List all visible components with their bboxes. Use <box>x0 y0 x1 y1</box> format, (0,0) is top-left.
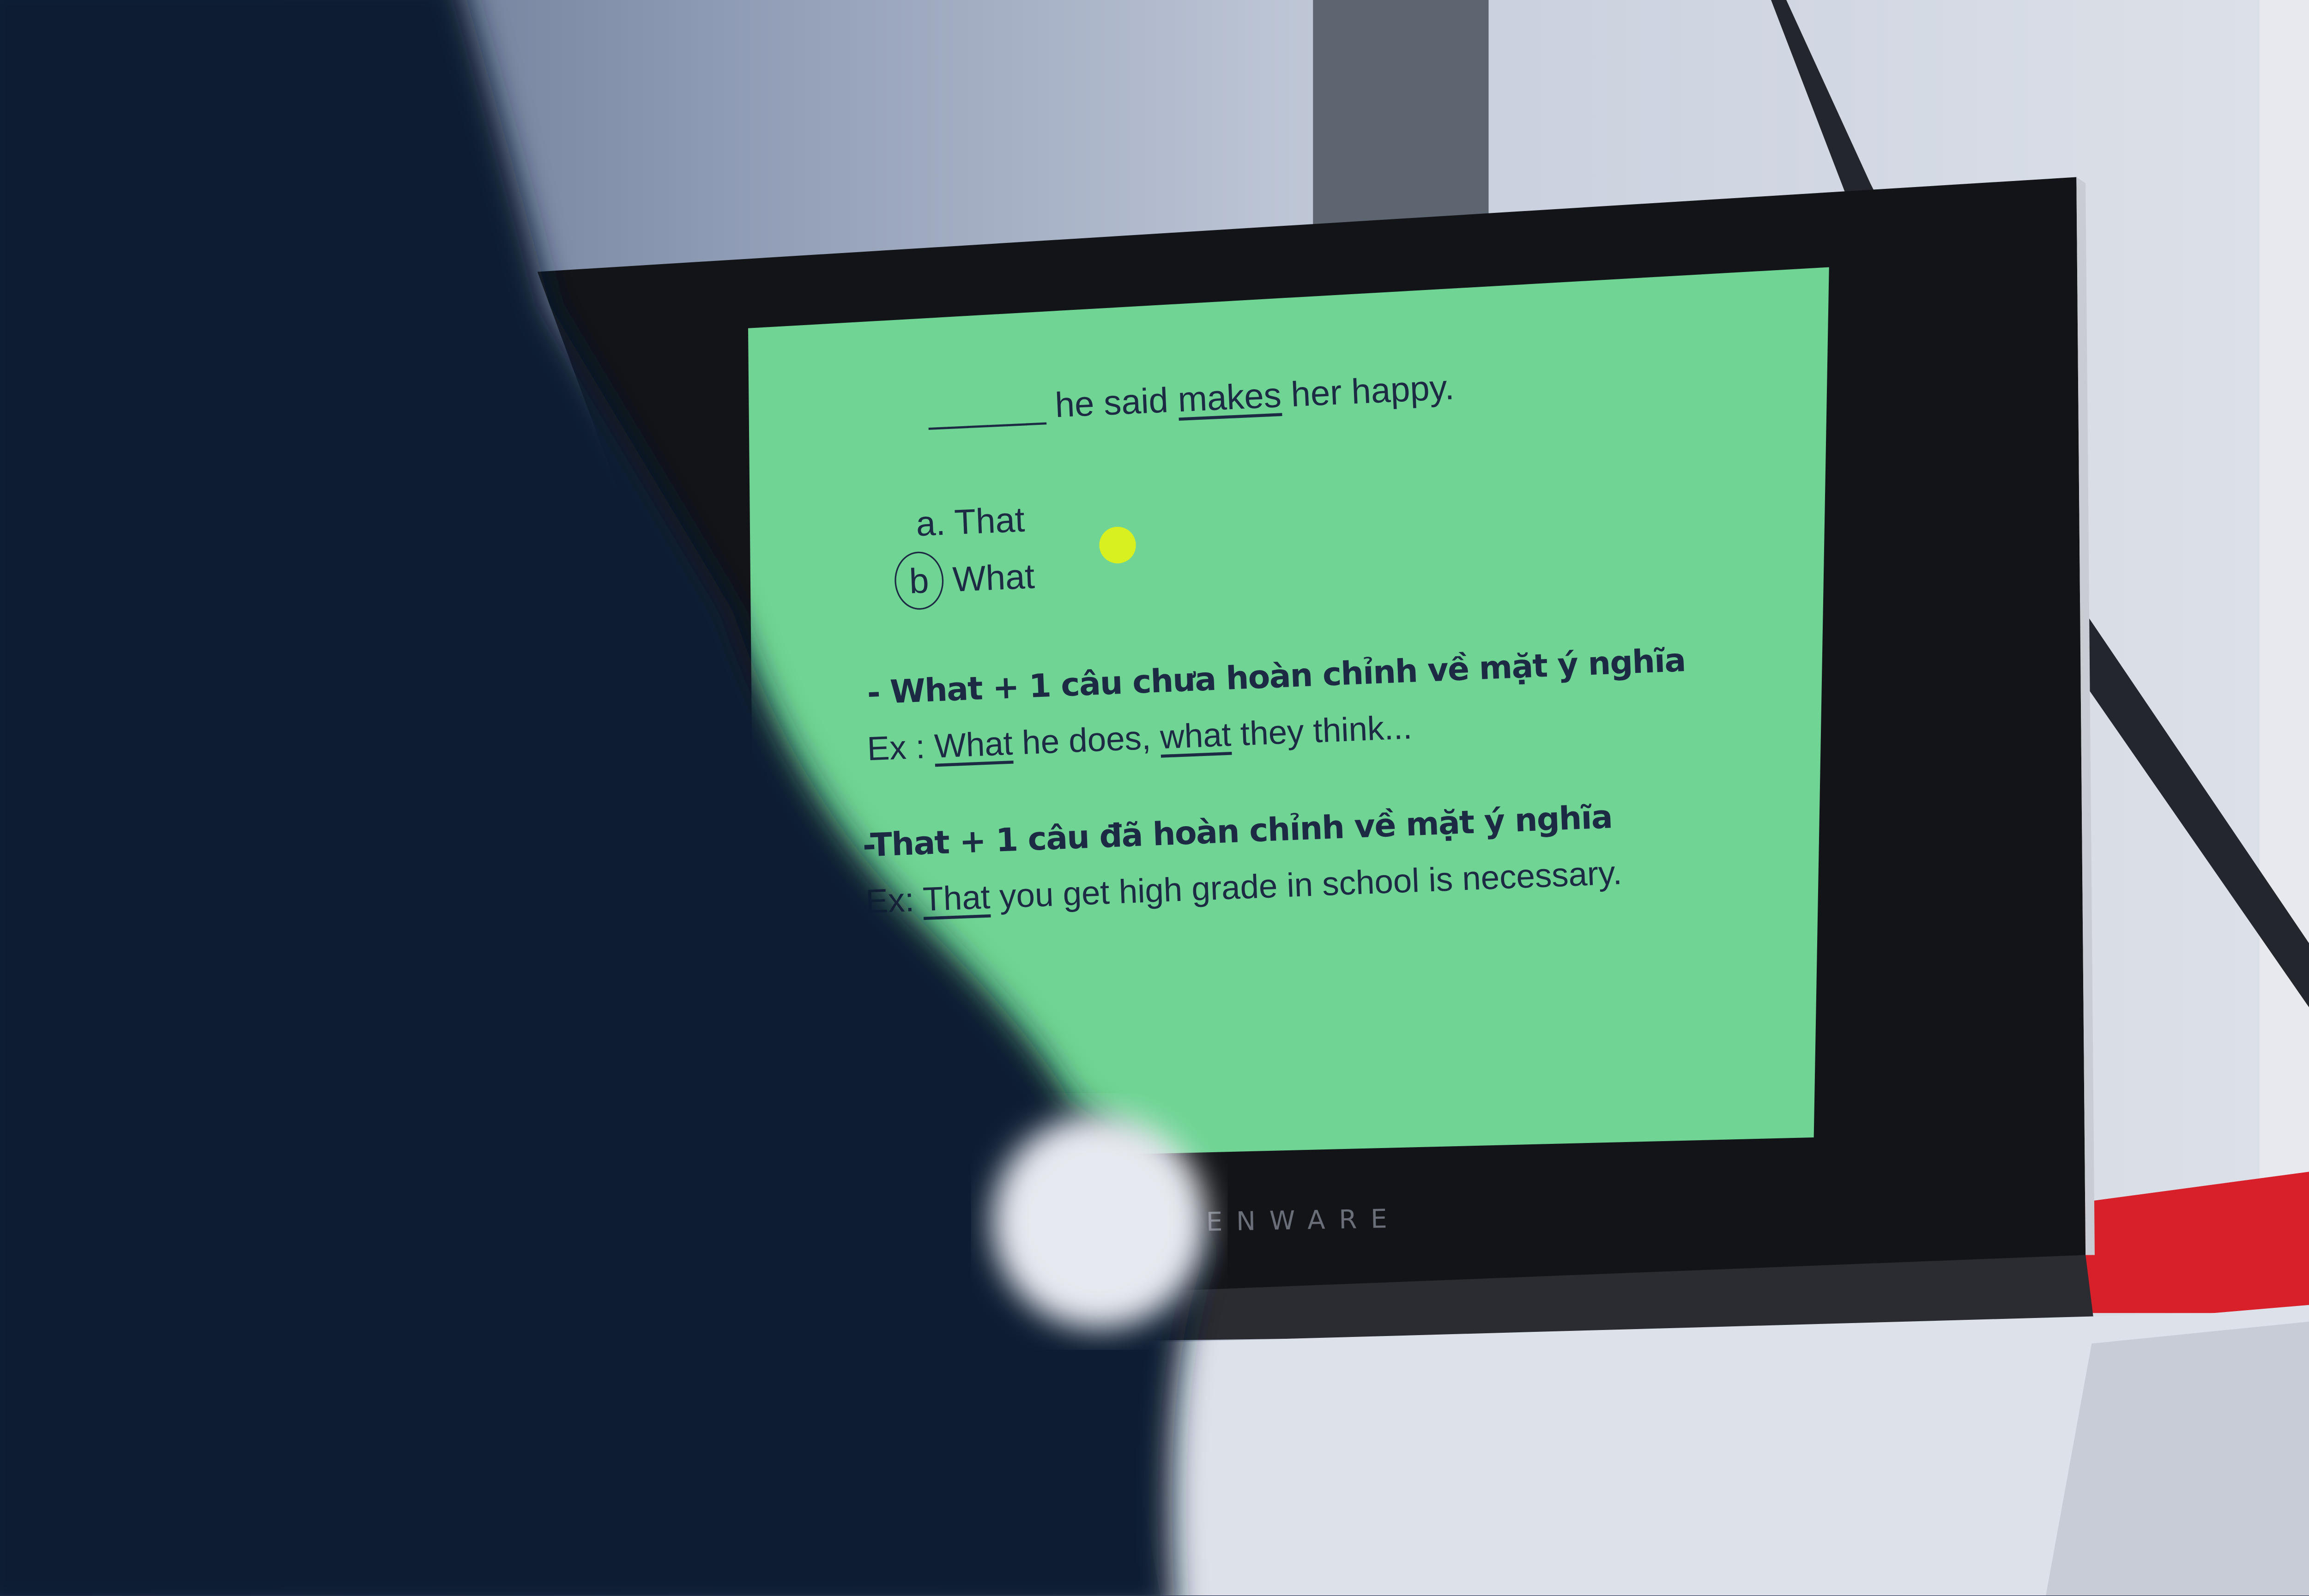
paper-curl <box>992 1114 1206 1329</box>
foreground-person-silhouette <box>0 0 1206 1596</box>
photo-scene: ______ he said makes her happy. a. That … <box>0 0 2309 1596</box>
